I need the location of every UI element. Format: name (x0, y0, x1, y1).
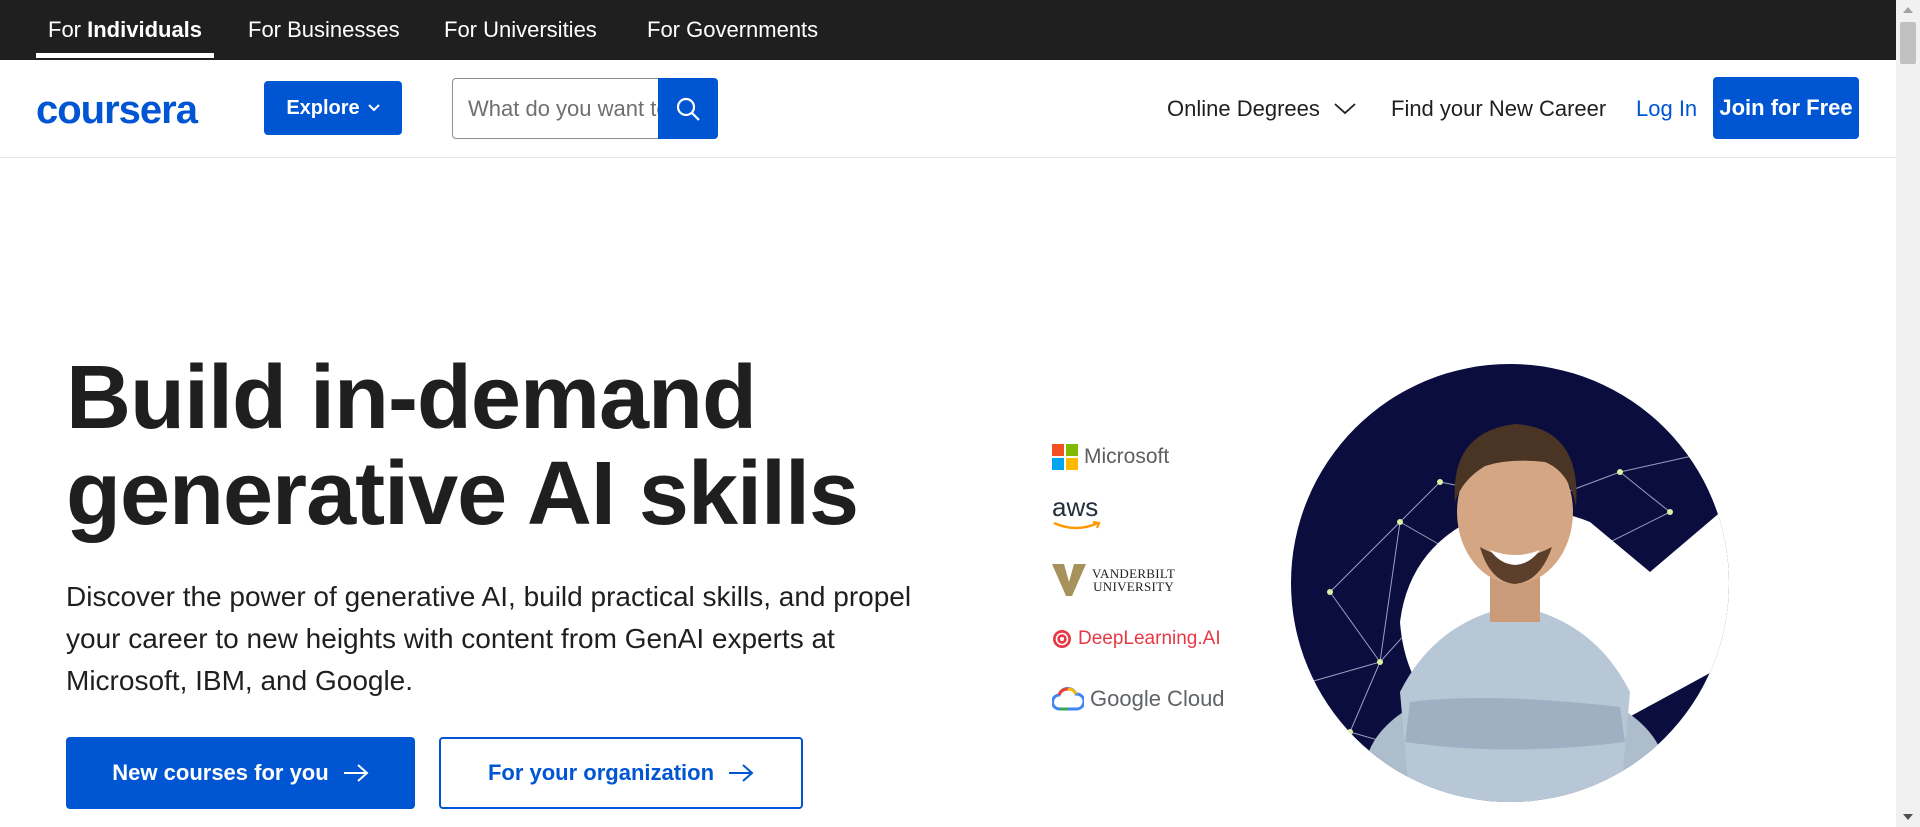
find-career-link[interactable]: Find your New Career (1391, 60, 1606, 158)
deeplearning-icon (1053, 630, 1071, 648)
chevron-down-icon (1334, 103, 1356, 115)
vanderbilt-logo: VANDERBILT UNIVERSITY (1052, 564, 1175, 596)
hero-description: Discover the power of generative AI, bui… (66, 581, 912, 696)
coursera-logo[interactable]: coursera (36, 84, 228, 134)
tab-prefix: For (48, 17, 88, 42)
tab-for-individuals[interactable]: For Individuals (35, 0, 215, 60)
new-courses-label: New courses for you (112, 760, 329, 785)
microsoft-logo: Microsoft (1052, 444, 1169, 470)
vanderbilt-line: UNIVERSITY (1093, 579, 1175, 594)
for-organization-button[interactable]: For your organization (439, 737, 803, 809)
microsoft-text: Microsoft (1084, 445, 1170, 468)
logo-text: coursera (36, 88, 199, 132)
arrow-right-icon (343, 764, 369, 782)
explore-label: Explore (286, 96, 360, 119)
arrow-right-icon (729, 764, 754, 782)
aws-text: aws (1052, 492, 1099, 522)
hero-title-line: generative AI skills (66, 444, 859, 544)
tab-for-universities[interactable]: For Universities (444, 0, 597, 60)
aws-logo: aws (1052, 494, 1104, 532)
join-for-free-button[interactable]: Join for Free (1713, 77, 1859, 139)
google-cloud-logo: Google Cloud (1052, 686, 1225, 712)
tab-for-governments[interactable]: For Governments (647, 0, 818, 60)
chevron-down-icon (367, 104, 380, 112)
hero-person-image (1291, 364, 1729, 802)
scroll-thumb[interactable] (1900, 22, 1916, 64)
for-organization-label: For your organization (487, 760, 715, 785)
tab-for-businesses[interactable]: For Businesses (248, 0, 400, 60)
deeplearning-text: DeepLearning.AI (1078, 628, 1221, 649)
google-cloud-icon (1052, 687, 1084, 711)
explore-button[interactable]: Explore (264, 81, 402, 135)
search-input[interactable] (452, 78, 660, 139)
tab-label: Individuals (87, 17, 203, 42)
google-cloud-text: Google Cloud (1090, 686, 1225, 711)
audience-bar: For Individuals For Businesses For Unive… (0, 0, 1896, 60)
scroll-down-arrow-icon[interactable] (1896, 807, 1920, 827)
online-degrees-label: Online Degrees (1167, 96, 1320, 121)
main-header: coursera Explore Online Degrees Find you… (0, 60, 1896, 158)
microsoft-icon (1052, 444, 1078, 470)
online-degrees-menu[interactable]: Online Degrees (1167, 60, 1356, 158)
search-box (452, 78, 718, 139)
search-icon (676, 97, 700, 121)
hero-title-line: Build in-demand (66, 348, 757, 448)
scroll-up-arrow-icon[interactable] (1896, 0, 1920, 20)
deeplearning-logo: DeepLearning.AI (1052, 628, 1221, 650)
search-button[interactable] (658, 78, 718, 139)
hero-title: Build in-demand generative AI skills (66, 350, 966, 542)
vanderbilt-v-icon (1052, 564, 1086, 596)
login-link[interactable]: Log In (1636, 60, 1697, 158)
vertical-scrollbar[interactable] (1896, 0, 1920, 827)
new-courses-button[interactable]: New courses for you (66, 737, 415, 809)
aws-smile-icon (1053, 520, 1101, 530)
vanderbilt-text: VANDERBILT UNIVERSITY (1092, 567, 1175, 593)
